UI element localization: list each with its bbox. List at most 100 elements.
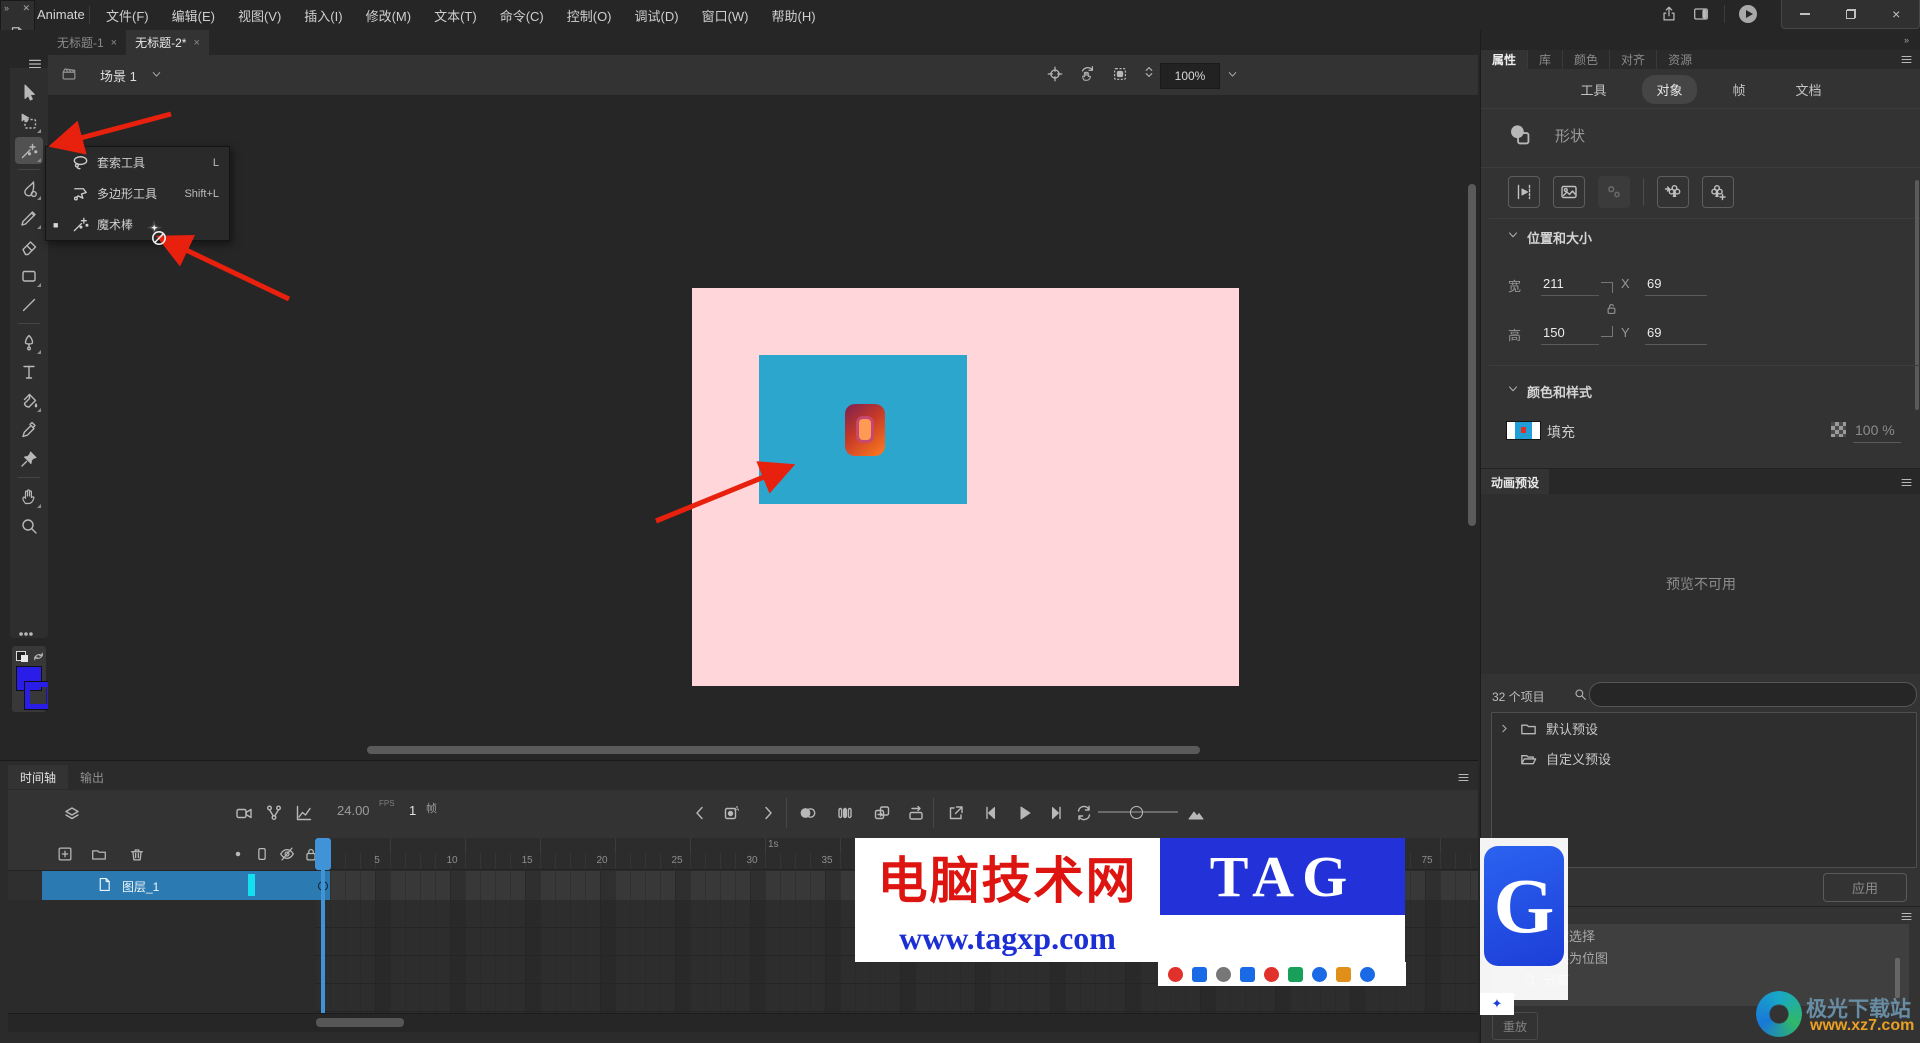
imageicon-button[interactable] [1553, 176, 1585, 208]
menubar-item-8[interactable]: 调试(D) [629, 3, 685, 28]
layers-icon[interactable] [62, 803, 82, 823]
panel-scrollbar[interactable] [1915, 180, 1919, 410]
line-tool[interactable] [15, 291, 43, 318]
preset-folder-0[interactable]: 默认预设 [1492, 713, 1916, 743]
autokey-icon[interactable]: A [722, 803, 742, 823]
classic-brush-tool[interactable] [15, 204, 43, 231]
free-transform-tool[interactable] [15, 108, 43, 135]
dot-icon[interactable] [229, 845, 247, 863]
x-value[interactable]: 69 [1647, 276, 1661, 291]
graph-icon[interactable] [294, 803, 314, 823]
asset-warp-tool[interactable] [15, 445, 43, 472]
document-tab-0[interactable]: 无标题-1 × [48, 30, 126, 55]
test-movie-button[interactable] [1739, 5, 1757, 23]
scene-chevron-icon[interactable] [150, 68, 163, 81]
multiframe-icon[interactable] [872, 803, 892, 823]
panel-tab-0[interactable]: 属性 [1481, 50, 1528, 69]
menubar-item-9[interactable]: 窗口(W) [696, 3, 755, 28]
play-icon[interactable] [1014, 803, 1034, 823]
menubar-item-3[interactable]: 插入(I) [298, 3, 348, 28]
zoom-dropdown-icon[interactable] [1226, 68, 1239, 81]
restore-button[interactable] [1828, 0, 1874, 28]
pen-tool[interactable] [15, 329, 43, 356]
refreshloop-icon[interactable] [1074, 803, 1094, 823]
rotate-stage-icon[interactable] [1078, 65, 1096, 83]
y-value[interactable]: 69 [1647, 325, 1661, 340]
stage-pasteboard[interactable] [48, 95, 1478, 760]
menubar-item-2[interactable]: 视图(V) [232, 3, 287, 28]
zoom-level-input[interactable]: 100% [1160, 63, 1220, 89]
layer-row[interactable]: 图层_1 [8, 871, 316, 900]
fps-value[interactable]: 24.00 [337, 803, 370, 818]
selection-tool[interactable] [15, 79, 43, 106]
menubar-item-6[interactable]: 命令(C) [494, 3, 550, 28]
flyout-item-0[interactable]: 套索工具 L [46, 147, 229, 178]
eraser-tool[interactable] [15, 233, 43, 260]
clubplus-button[interactable] [1702, 176, 1734, 208]
menubar-item-10[interactable]: 帮助(H) [766, 3, 822, 28]
swap-colors-icon[interactable] [31, 649, 46, 664]
more-tools-icon[interactable] [17, 625, 35, 643]
keynext-icon[interactable] [758, 803, 778, 823]
menubar-item-4[interactable]: 修改(M) [360, 3, 418, 28]
rectangle-tool[interactable] [15, 262, 43, 289]
tab-close-icon[interactable]: × [193, 37, 199, 49]
eyedropper-tool[interactable] [15, 416, 43, 443]
expand-panel-icon[interactable]: » [4, 3, 9, 13]
zoom-tool[interactable] [15, 512, 43, 539]
menubar-item-1[interactable]: 编辑(E) [166, 3, 221, 28]
clubarrow-button[interactable] [1657, 176, 1689, 208]
preset-folder-1[interactable]: 自定义预设 [1492, 743, 1916, 773]
eyeoff-icon[interactable] [278, 845, 296, 863]
onionlines-icon[interactable] [835, 803, 855, 823]
presets-tab[interactable]: 动画预设 [1481, 469, 1550, 495]
canvas-vscrollbar[interactable] [1468, 184, 1476, 526]
share-icon[interactable] [1660, 5, 1678, 23]
replay-button[interactable]: 重放 [1492, 1012, 1538, 1040]
clip-content-icon[interactable] [1111, 65, 1129, 83]
folder-icon[interactable] [90, 845, 108, 863]
property-mode-1[interactable]: 对象 [1642, 74, 1697, 104]
playhead[interactable] [315, 838, 331, 870]
timeline-tab-0[interactable]: 时间轴 [8, 765, 69, 789]
minimize-button[interactable] [1782, 0, 1828, 28]
layer-name[interactable]: 图层_1 [122, 878, 159, 895]
stage[interactable] [692, 288, 1239, 686]
stepback-icon[interactable] [981, 803, 1001, 823]
plusbox-icon[interactable] [56, 845, 74, 863]
hierarchy-icon[interactable] [264, 803, 284, 823]
blue-rectangle-shape[interactable] [759, 355, 967, 504]
flyout-item-1[interactable]: 多边形工具 Shift+L [46, 178, 229, 209]
stepfwd-icon[interactable] [1046, 803, 1066, 823]
section-chevron-icon[interactable] [1506, 382, 1520, 396]
panel-options-icon[interactable] [1899, 52, 1914, 67]
zoom-stepper-icon[interactable] [1141, 64, 1157, 80]
document-tab-1[interactable]: 无标题-2* × [126, 30, 209, 55]
apply-button[interactable]: 应用 [1823, 873, 1907, 902]
color-style-title[interactable]: 颜色和样式 [1527, 382, 1592, 401]
menubar-item-0[interactable]: 文件(F) [100, 3, 155, 28]
width-value[interactable]: 211 [1543, 276, 1564, 291]
lasso-tool-group[interactable] [15, 137, 43, 164]
onion-icon[interactable] [798, 803, 818, 823]
close-panel-icon[interactable]: ✕ [22, 3, 30, 14]
exportloop-icon[interactable] [946, 803, 966, 823]
text-tool[interactable] [15, 358, 43, 385]
center-stage-icon[interactable] [1046, 65, 1064, 83]
presets-menu-icon[interactable] [1899, 475, 1914, 490]
paint-bucket-tool[interactable] [15, 387, 43, 414]
loopframe-icon[interactable] [906, 803, 926, 823]
panel-tab-3[interactable]: 对齐 [1609, 50, 1656, 69]
fill-color-swatch[interactable] [1506, 421, 1541, 440]
lock-proportions-icon[interactable] [1604, 301, 1619, 316]
timeline-zoom-knob[interactable] [1130, 806, 1143, 819]
history-menu-icon[interactable] [1899, 909, 1914, 924]
layer-row-selected[interactable]: 图层_1 [42, 871, 315, 900]
flyout-item-2[interactable]: ■ 魔术棒 [46, 209, 229, 240]
property-mode-3[interactable]: 文档 [1782, 75, 1836, 104]
property-mode-0[interactable]: 工具 [1566, 75, 1620, 104]
menubar-item-7[interactable]: 控制(O) [561, 3, 618, 28]
camera-icon[interactable] [234, 803, 254, 823]
canvas-hscrollbar[interactable] [367, 746, 1200, 754]
property-mode-2[interactable]: 帧 [1719, 75, 1760, 104]
